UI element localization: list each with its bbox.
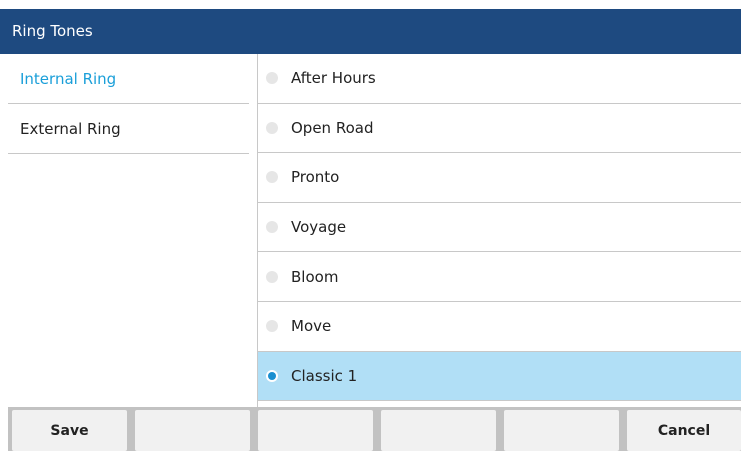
ringtone-label: Move <box>291 317 332 336</box>
save-button[interactable]: Save <box>12 410 127 451</box>
radio-button-icon[interactable] <box>266 121 278 134</box>
ringtone-option-open-road[interactable]: Open Road <box>258 104 741 154</box>
softkey-5[interactable] <box>504 410 619 451</box>
radio-button-selected-icon[interactable] <box>266 369 278 382</box>
radio-button-icon[interactable] <box>266 72 278 85</box>
page-title: Ring Tones <box>0 9 741 54</box>
ringtone-option-pronto[interactable]: Pronto <box>258 153 741 203</box>
ringtone-option-move[interactable]: Move <box>258 302 741 352</box>
cancel-button[interactable]: Cancel <box>627 410 741 451</box>
radio-button-icon[interactable] <box>266 221 278 234</box>
ringtone-label: Classic 1 <box>291 366 358 385</box>
radio-button-icon[interactable] <box>266 320 278 333</box>
sidebar: Internal Ring External Ring <box>8 54 258 407</box>
sidebar-item-internal-ring[interactable]: Internal Ring <box>8 54 249 104</box>
ringtone-label: Bloom <box>291 267 339 286</box>
sidebar-item-external-ring[interactable]: External Ring <box>8 104 249 154</box>
ringtone-option-after-hours[interactable]: After Hours <box>258 54 741 104</box>
phone-screen: Ring Tones Internal Ring External Ring A… <box>0 0 741 451</box>
softkey-3[interactable] <box>258 410 373 451</box>
ringtone-label: Open Road <box>291 118 374 137</box>
softkey-bar: Save Cancel <box>8 407 741 451</box>
ringtone-label: After Hours <box>291 69 376 88</box>
softkey-4[interactable] <box>381 410 496 451</box>
ringtone-option-bloom[interactable]: Bloom <box>258 252 741 302</box>
radio-button-icon[interactable] <box>266 171 278 184</box>
ringtone-list: After Hours Open Road Pronto Voyage Bloo… <box>258 54 741 407</box>
ringtone-option-voyage[interactable]: Voyage <box>258 203 741 253</box>
ringtone-label: Voyage <box>291 218 347 237</box>
radio-button-icon[interactable] <box>266 270 278 283</box>
ringtone-label: Pronto <box>291 168 340 187</box>
softkey-2[interactable] <box>135 410 250 451</box>
ringtone-option-classic-1[interactable]: Classic 1 <box>258 351 741 402</box>
